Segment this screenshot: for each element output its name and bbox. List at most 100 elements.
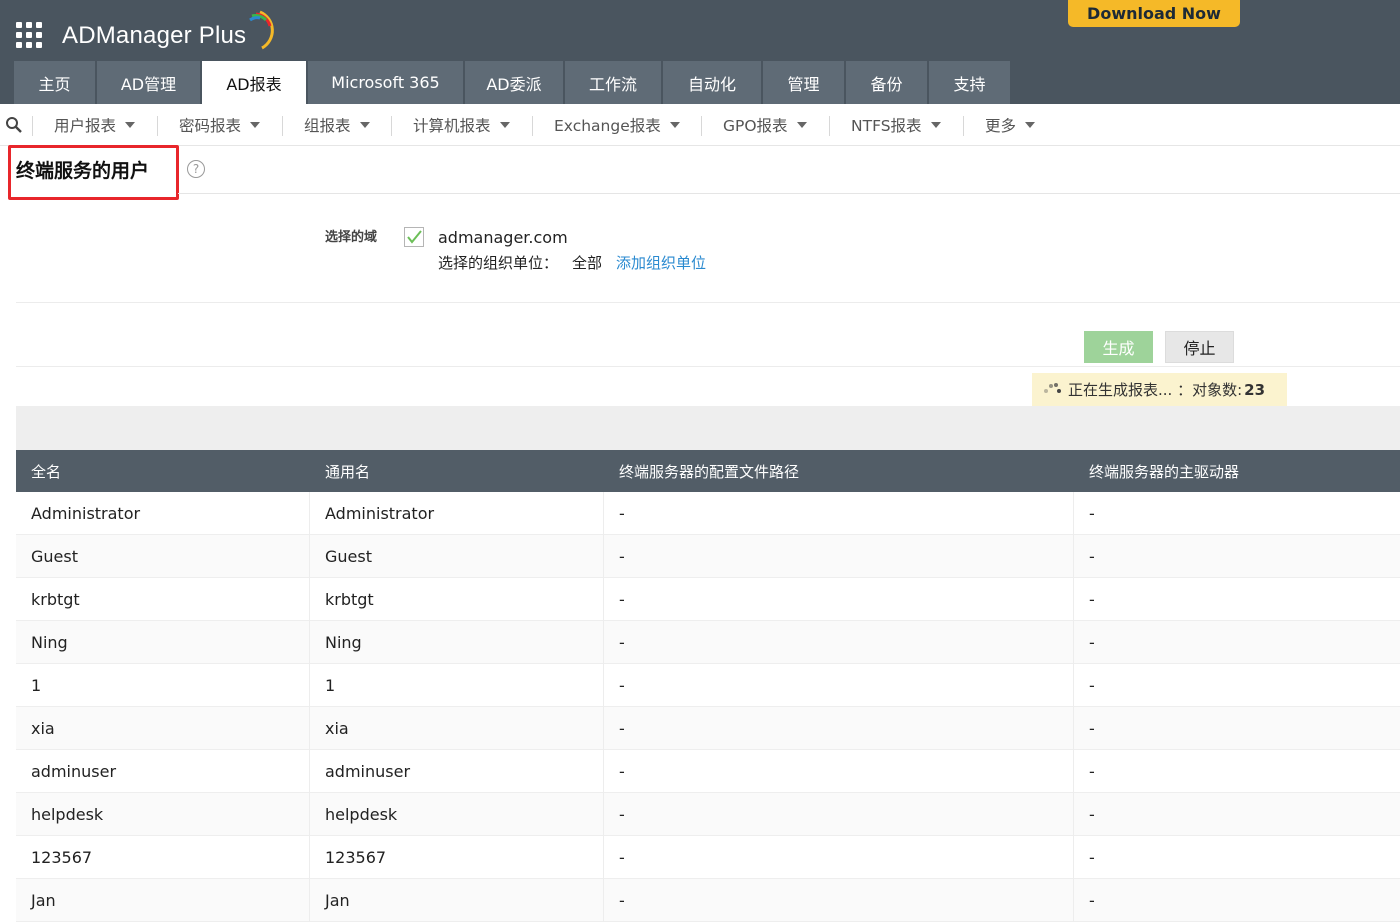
tab-microsoft-365[interactable]: Microsoft 365 — [308, 61, 463, 104]
cell-profile-path: - — [604, 836, 1074, 879]
subnav-computer-reports[interactable]: 计算机报表 — [413, 104, 510, 146]
cell-full-name: helpdesk — [16, 793, 310, 836]
chevron-down-icon — [1025, 122, 1036, 128]
check-icon — [407, 230, 422, 244]
cell-common-name: krbtgt — [310, 578, 604, 621]
cell-home-drive: - — [1089, 805, 1095, 824]
subnav-label: 更多 — [985, 117, 1017, 135]
tab-automation[interactable]: 自动化 — [663, 61, 761, 104]
tab-ad-delegation[interactable]: AD委派 — [465, 61, 563, 104]
divider — [32, 116, 33, 136]
app-logo[interactable]: ADManager Plus — [62, 10, 274, 54]
question-circle-icon[interactable]: ? — [187, 160, 205, 178]
domain-name: admanager.com — [438, 228, 568, 247]
selected-ou-label: 选择的组织单位： — [438, 254, 559, 272]
subnav-label: 用户报表 — [54, 117, 117, 135]
domain-checkbox[interactable] — [404, 227, 424, 247]
tab-workflow[interactable]: 工作流 — [565, 61, 661, 104]
table-row[interactable]: Jan Jan - - — [16, 879, 1400, 922]
cell-full-name: Jan — [16, 879, 310, 922]
table-row[interactable]: 11-- — [16, 664, 1400, 707]
add-ou-link[interactable]: 添加组织单位 — [616, 252, 706, 273]
table-row[interactable]: Guest Guest - - — [16, 535, 1400, 578]
column-header-full-name[interactable]: 全名 — [16, 450, 310, 492]
stop-button[interactable]: 停止 — [1165, 331, 1234, 363]
cell-common-name: Jan — [310, 879, 604, 922]
cell-home-drive: - — [1089, 590, 1095, 609]
tab-backup[interactable]: 备份 — [846, 61, 927, 104]
cell-home-drive: - — [1089, 848, 1095, 867]
status-text: 正在生成报表... ：对象数: — [1068, 381, 1243, 399]
table-row[interactable]: adminuser adminuser - - — [16, 750, 1400, 793]
subnav-ntfs-reports[interactable]: NTFS报表 — [851, 104, 941, 146]
cell-home-drive: - — [1089, 891, 1095, 910]
top-header: ADManager Plus Download Now 主页 AD管理 AD报表… — [0, 0, 1400, 104]
subnav-label: Exchange报表 — [554, 117, 661, 135]
cell-profile-path: - — [604, 707, 1074, 750]
chevron-down-icon — [796, 122, 807, 128]
cell-full-name: Ning — [16, 621, 310, 664]
subnav-label: GPO报表 — [723, 117, 788, 135]
column-header-profile-path[interactable]: 终端服务器的配置文件路径 — [604, 450, 1074, 492]
download-now-button[interactable]: Download Now — [1068, 0, 1240, 27]
cell-full-name: xia — [16, 707, 310, 750]
cell-profile-path: - — [604, 621, 1074, 664]
tab-ad-management[interactable]: AD管理 — [97, 61, 200, 104]
cell-common-name: 1 — [310, 664, 604, 707]
subnav-more[interactable]: 更多 — [985, 104, 1036, 146]
cell-profile-path: - — [604, 492, 1074, 535]
tab-admin[interactable]: 管理 — [763, 61, 844, 104]
logo-arc-icon — [249, 10, 274, 50]
divider — [16, 366, 1400, 367]
cell-home-drive: - — [1089, 762, 1095, 781]
object-count: 23 — [1244, 380, 1266, 399]
divider — [282, 116, 283, 136]
tab-ad-reports[interactable]: AD报表 — [202, 61, 306, 104]
tab-home[interactable]: 主页 — [14, 61, 95, 104]
status-message: 正在生成报表... ：对象数: 23 — [1032, 373, 1287, 406]
subnav-user-reports[interactable]: 用户报表 — [54, 104, 136, 146]
table-row[interactable]: Ning Ning - - — [16, 621, 1400, 664]
cell-profile-path: - — [604, 664, 1074, 707]
cell-full-name: 123567 — [16, 836, 310, 879]
chevron-down-icon — [930, 122, 941, 128]
subnav-password-reports[interactable]: 密码报表 — [179, 104, 261, 146]
cell-home-drive: - — [1089, 719, 1095, 738]
selected-domain-label: 选择的域 — [325, 230, 378, 245]
table-toolbar-band — [16, 406, 1400, 450]
cell-common-name: adminuser — [310, 750, 604, 793]
divider — [701, 116, 702, 136]
cell-full-name: adminuser — [16, 750, 310, 793]
table-row[interactable]: xia xia - - — [16, 707, 1400, 750]
subnav-gpo-reports[interactable]: GPO报表 — [723, 104, 807, 146]
cell-profile-path: - — [604, 879, 1074, 922]
generate-button[interactable]: 生成 — [1084, 331, 1153, 363]
tab-support[interactable]: 支持 — [929, 61, 1010, 104]
column-header-common-name[interactable]: 通用名 — [310, 450, 604, 492]
divider — [16, 302, 1400, 303]
chevron-down-icon — [125, 122, 136, 128]
selected-ou-value: 全部 — [572, 254, 603, 272]
cell-profile-path: - — [604, 750, 1074, 793]
table-row[interactable]: helpdesk helpdesk - - — [16, 793, 1400, 836]
cell-home-drive: - — [1089, 504, 1095, 523]
cell-profile-path: - — [604, 535, 1074, 578]
chevron-down-icon — [250, 122, 261, 128]
subnav-label: 密码报表 — [179, 117, 242, 135]
column-header-home-drive[interactable]: 终端服务器的主驱动器 — [1074, 450, 1400, 492]
chevron-down-icon — [499, 122, 510, 128]
subnav-label: 计算机报表 — [413, 117, 491, 135]
table-row[interactable]: Administrator Administrator - - — [16, 492, 1400, 535]
subnav-exchange-reports[interactable]: Exchange报表 — [554, 104, 680, 146]
loading-spinner-icon — [1044, 382, 1062, 397]
table-row[interactable]: 123567 123567- - — [16, 836, 1400, 879]
app-name: ADManager Plus — [62, 22, 247, 49]
table-body: Administrator Administrator - - Guest Guest - -… — [16, 492, 1400, 922]
main-tabs: 主页 AD管理 AD报表 Microsoft 365 AD委派 工作流 自动化 … — [14, 61, 1012, 104]
app-grid-icon[interactable] — [16, 22, 42, 48]
cell-common-name: Administrator — [310, 492, 604, 535]
table-row[interactable]: krbtgt krbtgt - - — [16, 578, 1400, 621]
search-icon[interactable] — [5, 116, 23, 134]
cell-home-drive: - — [1089, 633, 1095, 652]
subnav-group-reports[interactable]: 组报表 — [304, 104, 370, 146]
